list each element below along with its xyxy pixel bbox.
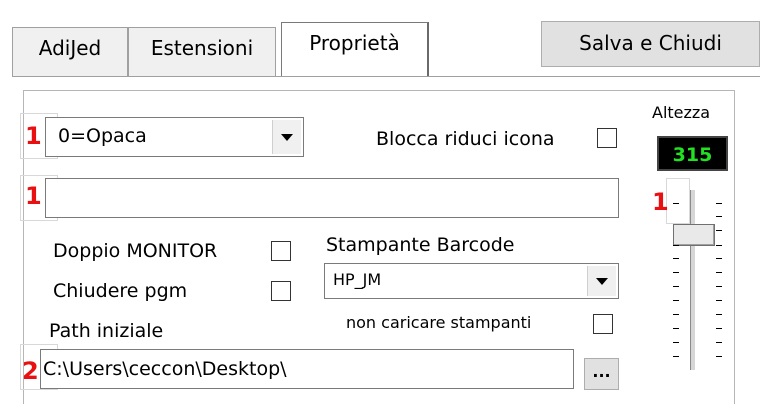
slider-tick	[716, 272, 722, 273]
opacity-select[interactable]: 0=Opaca	[45, 117, 304, 157]
save-and-close-label: Salva e Chiudi	[579, 31, 722, 55]
generic-text-field[interactable]	[45, 178, 619, 218]
tab-proprieta-label: Proprietà	[309, 31, 400, 55]
slider-tick	[716, 258, 722, 259]
slider-tick	[673, 342, 679, 343]
slider-tick	[716, 245, 722, 246]
marker-number-2: 1	[25, 182, 42, 210]
marker-number-3: 1	[652, 188, 669, 216]
slider-tick	[716, 300, 722, 301]
chiudere-pgm-label: Chiudere pgm	[53, 280, 188, 302]
browse-button[interactable]: ...	[584, 358, 619, 390]
altezza-slider-track[interactable]	[690, 190, 696, 370]
path-iniziale-input[interactable]: C:\Users\ceccon\Desktop\	[40, 349, 574, 389]
chevron-down-icon[interactable]	[587, 266, 616, 296]
slider-tick	[673, 258, 679, 259]
opacity-select-value: 0=Opaca	[58, 125, 147, 147]
non-caricare-stampanti-checkbox[interactable]	[593, 314, 613, 334]
slider-tick	[716, 314, 722, 315]
altezza-slider-thumb[interactable]	[673, 224, 715, 246]
slider-tick	[673, 272, 679, 273]
slider-tick	[673, 286, 679, 287]
non-caricare-stampanti-label: non caricare stampanti	[346, 313, 532, 332]
tab-adijed[interactable]: AdiJed	[12, 27, 128, 76]
slider-tick	[673, 300, 679, 301]
altezza-label: Altezza	[652, 103, 711, 122]
slider-tick	[716, 203, 722, 204]
altezza-value-display: 315	[657, 136, 728, 171]
slider-tick	[673, 356, 679, 357]
blocca-riduci-icona-checkbox[interactable]	[597, 128, 617, 148]
doppio-monitor-checkbox[interactable]	[271, 241, 291, 261]
save-and-close-button[interactable]: Salva e Chiudi	[541, 21, 760, 67]
slider-tick	[716, 216, 722, 217]
tab-estensioni-label: Estensioni	[150, 36, 254, 60]
path-iniziale-label: Path iniziale	[49, 320, 164, 342]
marker-number-1: 1	[25, 122, 42, 150]
tab-proprieta[interactable]: Proprietà	[281, 22, 429, 77]
slider-tick	[716, 328, 722, 329]
slider-tick	[673, 328, 679, 329]
slider-tick	[673, 245, 679, 246]
slider-tick	[716, 342, 722, 343]
tab-estensioni[interactable]: Estensioni	[128, 27, 276, 76]
doppio-monitor-label: Doppio MONITOR	[53, 240, 218, 262]
tab-adijed-label: AdiJed	[38, 36, 102, 60]
slider-tick	[673, 203, 679, 204]
tab-strip-divider	[12, 76, 760, 77]
stampante-barcode-select[interactable]: HP_JM	[324, 263, 619, 299]
browse-button-label: ...	[592, 362, 611, 381]
blocca-riduci-icona-label: Blocca riduci icona	[376, 128, 555, 150]
marker-number-4: 2	[22, 357, 39, 385]
marker-box-3	[666, 178, 690, 224]
stampante-barcode-label: Stampante Barcode	[326, 234, 515, 256]
slider-tick	[716, 286, 722, 287]
slider-tick	[673, 314, 679, 315]
slider-tick	[716, 230, 722, 231]
stampante-barcode-select-value: HP_JM	[333, 270, 382, 289]
chevron-down-icon[interactable]	[272, 120, 301, 154]
slider-tick	[716, 356, 722, 357]
chiudere-pgm-checkbox[interactable]	[271, 281, 291, 301]
